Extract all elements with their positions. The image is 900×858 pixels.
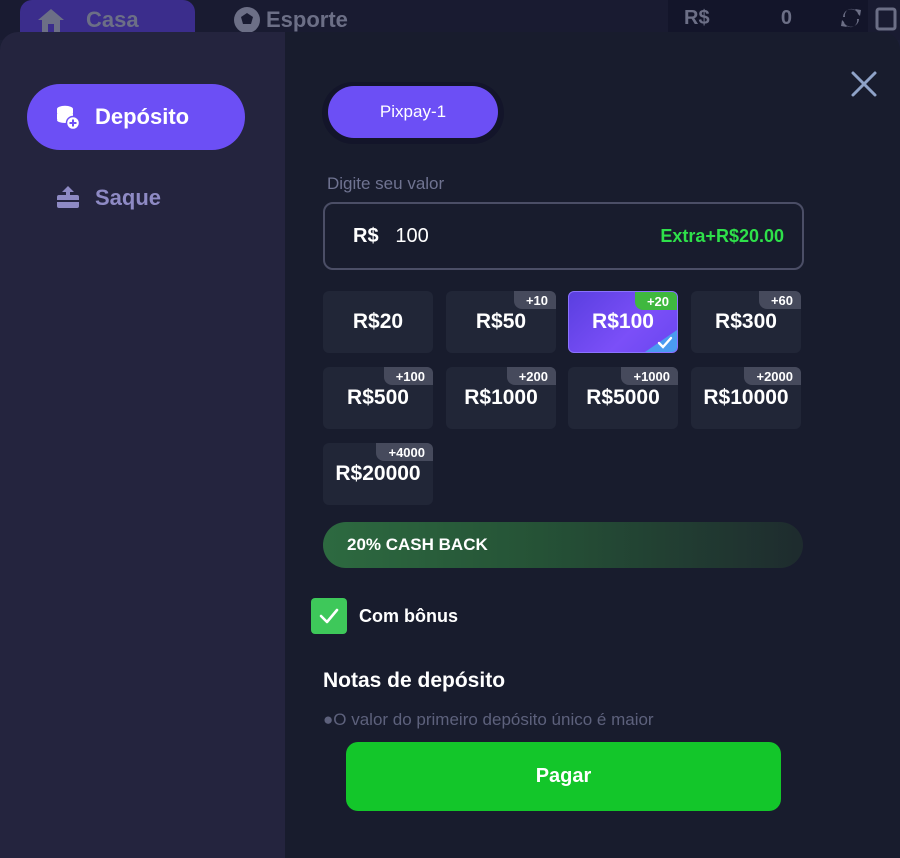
checkbox-box[interactable] (311, 598, 347, 634)
withdraw-icon (57, 186, 79, 208)
bonus-badge: +100 (383, 367, 433, 385)
balance-currency: R$ (684, 6, 710, 29)
pay-button[interactable]: Pagar (346, 742, 781, 811)
bonus-badge: +2000 (744, 367, 801, 385)
sidebar-item-withdraw-label: Saque (95, 185, 162, 210)
modal-sidebar: Depósito Saque (0, 32, 285, 858)
nav-home-label: Casa (86, 7, 139, 32)
amount-option[interactable]: R$20 (323, 291, 433, 353)
amount-option[interactable]: +60 R$300 (691, 291, 801, 353)
bonus-badge: +200 (506, 367, 556, 385)
check-icon (645, 330, 677, 352)
cashback-banner: 20% CASH BACK (323, 522, 803, 568)
amount-field[interactable]: R$ Extra+R$20.00 (323, 202, 804, 270)
amount-option-label: R$20 (352, 310, 404, 333)
wallet-icon[interactable] (872, 4, 900, 34)
bonus-badge: +60 (758, 291, 801, 309)
amount-label: Digite seu valor (327, 174, 445, 193)
bonus-checkbox[interactable]: Com bônus (311, 598, 458, 634)
amount-input[interactable] (395, 224, 661, 248)
balance-value: 0 (780, 6, 792, 29)
amount-option[interactable]: +10 R$50 (446, 291, 556, 353)
amount-option[interactable]: +2000 R$10000 (691, 367, 801, 429)
coins-plus-icon (57, 105, 81, 130)
checkmark-icon (319, 608, 339, 624)
amount-option[interactable]: +1000 R$5000 (568, 367, 678, 429)
sidebar-item-deposit-label: Depósito (95, 104, 190, 129)
amount-option[interactable]: +100 R$500 (323, 367, 433, 429)
amount-currency: R$ (353, 224, 379, 247)
close-icon[interactable] (848, 68, 880, 100)
payment-channel-group: Pixpay-1 (322, 82, 504, 144)
notes-title: Notas de depósito (323, 669, 506, 692)
amount-option-label: R$50 (475, 310, 527, 333)
amount-option-label: R$20000 (335, 462, 421, 485)
home-icon (38, 9, 64, 32)
amount-option-label: R$1000 (464, 386, 538, 409)
notes-text: ●O valor do primeiro depósito único é ma… (323, 710, 654, 729)
amount-option[interactable]: +200 R$1000 (446, 367, 556, 429)
extra-bonus-text: Extra+R$20.00 (660, 225, 784, 246)
bonus-badge: +4000 (376, 443, 433, 461)
sidebar-item-withdraw[interactable]: Saque (27, 165, 245, 231)
payment-channel-pixpay[interactable]: Pixpay-1 (328, 86, 498, 138)
nav-sport-label: Esporte (266, 7, 348, 32)
amount-option-label: R$10000 (703, 386, 789, 409)
bonus-badge: +10 (513, 291, 556, 309)
amount-option-label: R$5000 (586, 386, 660, 409)
amount-option-selected[interactable]: +20 R$100 (568, 291, 678, 353)
balance-display: R$ 0 (668, 0, 868, 36)
amount-option-label: R$500 (347, 386, 409, 409)
soccer-ball-icon (234, 7, 260, 33)
sidebar-item-deposit[interactable]: Depósito (27, 84, 245, 150)
amount-option[interactable]: +4000 R$20000 (323, 443, 433, 505)
bonus-badge: +20 (634, 292, 677, 310)
bonus-badge: +1000 (621, 367, 678, 385)
amount-option-label: R$300 (715, 310, 777, 333)
deposit-modal: Depósito Saque Pixpay-1 Digite seu valor… (0, 32, 900, 858)
bonus-checkbox-label: Com bônus (359, 605, 458, 626)
refresh-icon[interactable] (838, 5, 864, 31)
